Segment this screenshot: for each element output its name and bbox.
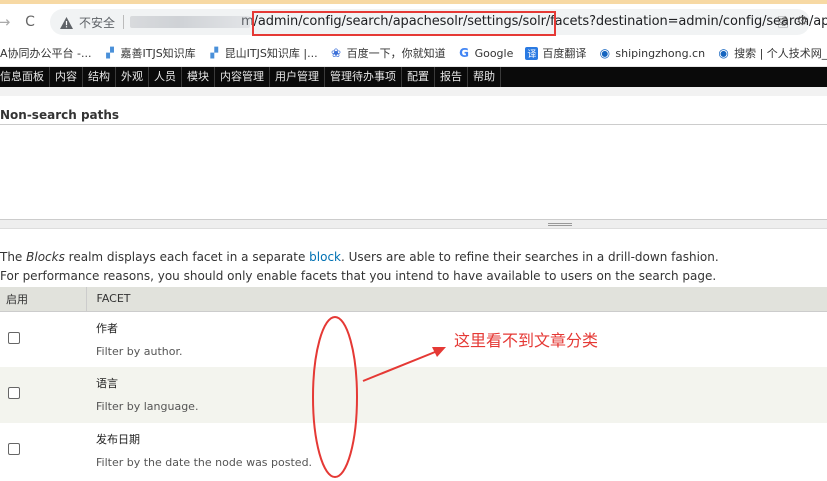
bookmark-oa[interactable]: A协同办公平台 -... xyxy=(0,45,91,61)
toolbar-item-config[interactable]: 配置 xyxy=(402,67,435,87)
globe-icon: ◉ xyxy=(718,46,729,60)
table-row: 语言 Filter by language. xyxy=(0,367,827,423)
bookmark-label: 百度翻译 xyxy=(542,47,587,60)
desc-mid: realm displays each facet in a separate xyxy=(64,250,310,264)
bookmark-label: Google xyxy=(474,46,514,60)
bookmark-label: A协同办公平台 -... xyxy=(0,47,92,60)
header-enabled: 启用 xyxy=(0,287,87,312)
globe-icon: ◉ xyxy=(599,46,611,60)
facet-description: Filter by the date the node was posted. xyxy=(96,456,313,469)
enable-cell xyxy=(0,311,86,367)
facet-name: 发布日期 xyxy=(96,433,140,446)
facet-language-checkbox[interactable] xyxy=(8,387,20,399)
toolbar-item-content-management[interactable]: 内容管理 xyxy=(215,67,270,87)
bookmark-label: 搜索 | 个人技术网_... xyxy=(734,47,827,60)
textarea-resize-grip[interactable] xyxy=(0,220,827,229)
nonsearch-paths-textarea[interactable] xyxy=(0,124,827,220)
block-link[interactable]: block xyxy=(309,250,341,264)
security-label[interactable]: 不安全 xyxy=(79,14,115,31)
google-icon: G xyxy=(459,46,469,60)
translate-page-icon[interactable]: 🗟 xyxy=(778,14,788,36)
bookmark-label: shipingzhong.cn xyxy=(615,46,706,60)
bookmark-jiashan[interactable]: ▞ 嘉善ITJS知识库 xyxy=(103,45,196,61)
annotation-text: 这里看不到文章分类 xyxy=(454,331,599,350)
bookmark-kunshan[interactable]: ▞ 昆山ITJS知识库 |... xyxy=(208,45,318,61)
admin-toolbar: 信息面板 内容 结构 外观 人员 模块 内容管理 用户管理 管理待办事项 配置 … xyxy=(0,67,827,87)
toolbar-item-structure[interactable]: 结构 xyxy=(83,67,116,87)
performance-note: For performance reasons, you should only… xyxy=(0,269,717,283)
toolbar-item-todo[interactable]: 管理待办事项 xyxy=(325,67,402,87)
toolbar-item-dashboard[interactable]: 信息面板 xyxy=(0,67,50,87)
page-content: Non-search paths The Blocks realm displa… xyxy=(0,96,827,481)
chart-icon: ▞ xyxy=(210,47,219,59)
nonsearch-paths-label: Non-search paths xyxy=(0,108,120,122)
translate-icon: 译 xyxy=(525,46,539,60)
toolbar-item-user-management[interactable]: 用户管理 xyxy=(270,67,325,87)
enable-cell xyxy=(0,423,86,479)
warning-icon xyxy=(59,16,73,29)
bookmark-label: 嘉善ITJS知识库 xyxy=(120,47,196,60)
bookmark-shipingzhong[interactable]: ◉ shipingzhong.cn xyxy=(598,46,706,60)
bookmark-google[interactable]: G Google xyxy=(458,46,514,60)
realm-description: The Blocks realm displays each facet in … xyxy=(0,250,719,264)
facet-date-checkbox[interactable] xyxy=(8,443,20,455)
desc-post: . Users are able to refine their searche… xyxy=(341,250,719,264)
url-highlight-box xyxy=(252,11,556,36)
bookmark-label: 昆山ITJS知识库 |... xyxy=(224,47,318,60)
facet-description: Filter by language. xyxy=(96,400,199,413)
header-facet: FACET xyxy=(86,287,827,312)
table-row: 发布日期 Filter by the date the node was post… xyxy=(0,423,827,479)
toolbar-item-modules[interactable]: 模块 xyxy=(182,67,215,87)
grip-lines-icon xyxy=(548,223,572,226)
toolbar-item-help[interactable]: 帮助 xyxy=(468,67,501,87)
enable-cell xyxy=(0,367,86,423)
bookmarks-bar: A协同办公平台 -... ▞ 嘉善ITJS知识库 ▞ 昆山ITJS知识库 |... … xyxy=(0,40,827,67)
bookmark-baidu-translate[interactable]: 译百度翻译 xyxy=(525,45,586,61)
facet-author-checkbox[interactable] xyxy=(8,331,20,344)
settings-icon[interactable]: ⚙ xyxy=(796,14,808,36)
bookmark-label: 百度一下，你就知道 xyxy=(346,47,446,60)
table-row: 作者 Filter by author. xyxy=(0,311,827,367)
chart-icon: ▞ xyxy=(106,47,114,59)
back-arrow-icon[interactable]: → xyxy=(0,12,14,32)
facet-cell: 发布日期 Filter by the date the node was post… xyxy=(86,423,827,479)
omnibox-actions: 🗟 ⚙ xyxy=(778,14,808,36)
toolbar-item-reports[interactable]: 报告 xyxy=(435,67,468,87)
facets-table: 启用 FACET 作者 Filter by author. 语言 Filter by… xyxy=(0,287,827,479)
toolbar-item-people[interactable]: 人员 xyxy=(149,67,182,87)
toolbar-shortcut-strip xyxy=(0,87,827,96)
desc-pre: The xyxy=(0,250,27,264)
facet-name: 语言 xyxy=(96,377,118,390)
toolbar-item-appearance[interactable]: 外观 xyxy=(116,67,149,87)
bookmark-baidu[interactable]: ❀ 百度一下，你就知道 xyxy=(330,45,446,61)
redacted-host xyxy=(130,16,251,28)
reload-icon[interactable]: C xyxy=(20,12,40,32)
toolbar-item-content[interactable]: 内容 xyxy=(50,67,83,87)
bookmark-search[interactable]: ◉ 搜索 | 个人技术网_... xyxy=(717,45,827,61)
paw-icon: ❀ xyxy=(331,46,342,60)
desc-blocks: Blocks xyxy=(26,250,65,264)
table-header-row: 启用 FACET xyxy=(0,287,827,312)
facet-cell: 语言 Filter by language. xyxy=(86,367,827,423)
omnibox-separator xyxy=(123,15,125,29)
